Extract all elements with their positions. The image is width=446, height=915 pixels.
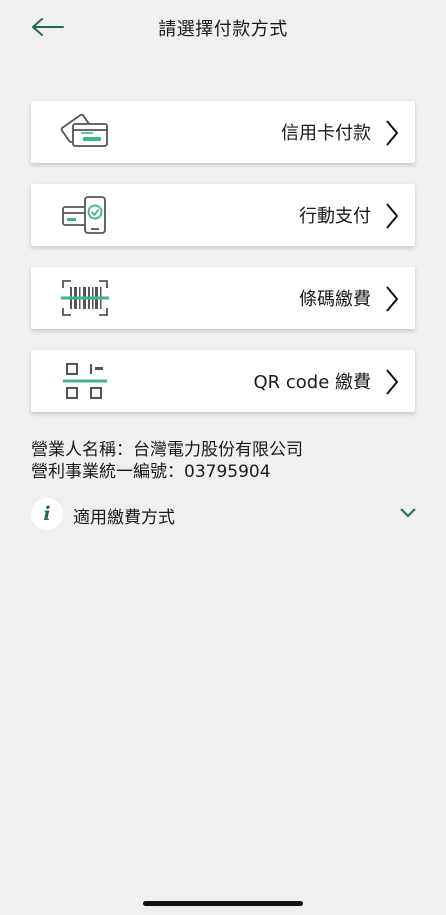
header: 請選擇付款方式 xyxy=(0,0,446,56)
payment-option-mobile-pay[interactable]: 行動支付 xyxy=(31,184,415,246)
chevron-down-icon xyxy=(400,508,416,518)
chevron-right-icon xyxy=(386,369,399,395)
mobile-pay-icon xyxy=(62,196,106,234)
qr-code-icon xyxy=(63,363,107,399)
chevron-right-icon xyxy=(386,120,399,146)
info-icon: i xyxy=(31,498,63,530)
company-name: 營業人名稱：台灣電力股份有限公司 xyxy=(31,440,303,460)
company-tax-id: 營利事業統一編號：03795904 xyxy=(31,462,271,482)
payment-option-label: QR code 繳費 xyxy=(253,372,371,393)
payment-option-label: 條碼繳費 xyxy=(299,289,371,310)
payment-option-label: 行動支付 xyxy=(299,206,371,227)
barcode-icon xyxy=(61,280,109,316)
payment-option-label: 信用卡付款 xyxy=(281,123,371,144)
payment-option-barcode[interactable]: 條碼繳費 xyxy=(31,267,415,329)
payment-option-qr-code[interactable]: QR code 繳費 xyxy=(31,350,415,412)
credit-card-icon xyxy=(60,113,108,147)
company-info: 營業人名稱：台灣電力股份有限公司 營利事業統一編號：03795904 xyxy=(31,439,303,483)
page-title: 請選擇付款方式 xyxy=(158,19,288,40)
home-indicator xyxy=(143,901,303,906)
payment-option-credit-card[interactable]: 信用卡付款 xyxy=(31,101,415,163)
applicable-methods-label: 適用繳費方式 xyxy=(73,508,175,528)
chevron-right-icon xyxy=(386,286,399,312)
chevron-right-icon xyxy=(386,203,399,229)
applicable-methods-toggle[interactable]: i 適用繳費方式 xyxy=(31,498,421,530)
